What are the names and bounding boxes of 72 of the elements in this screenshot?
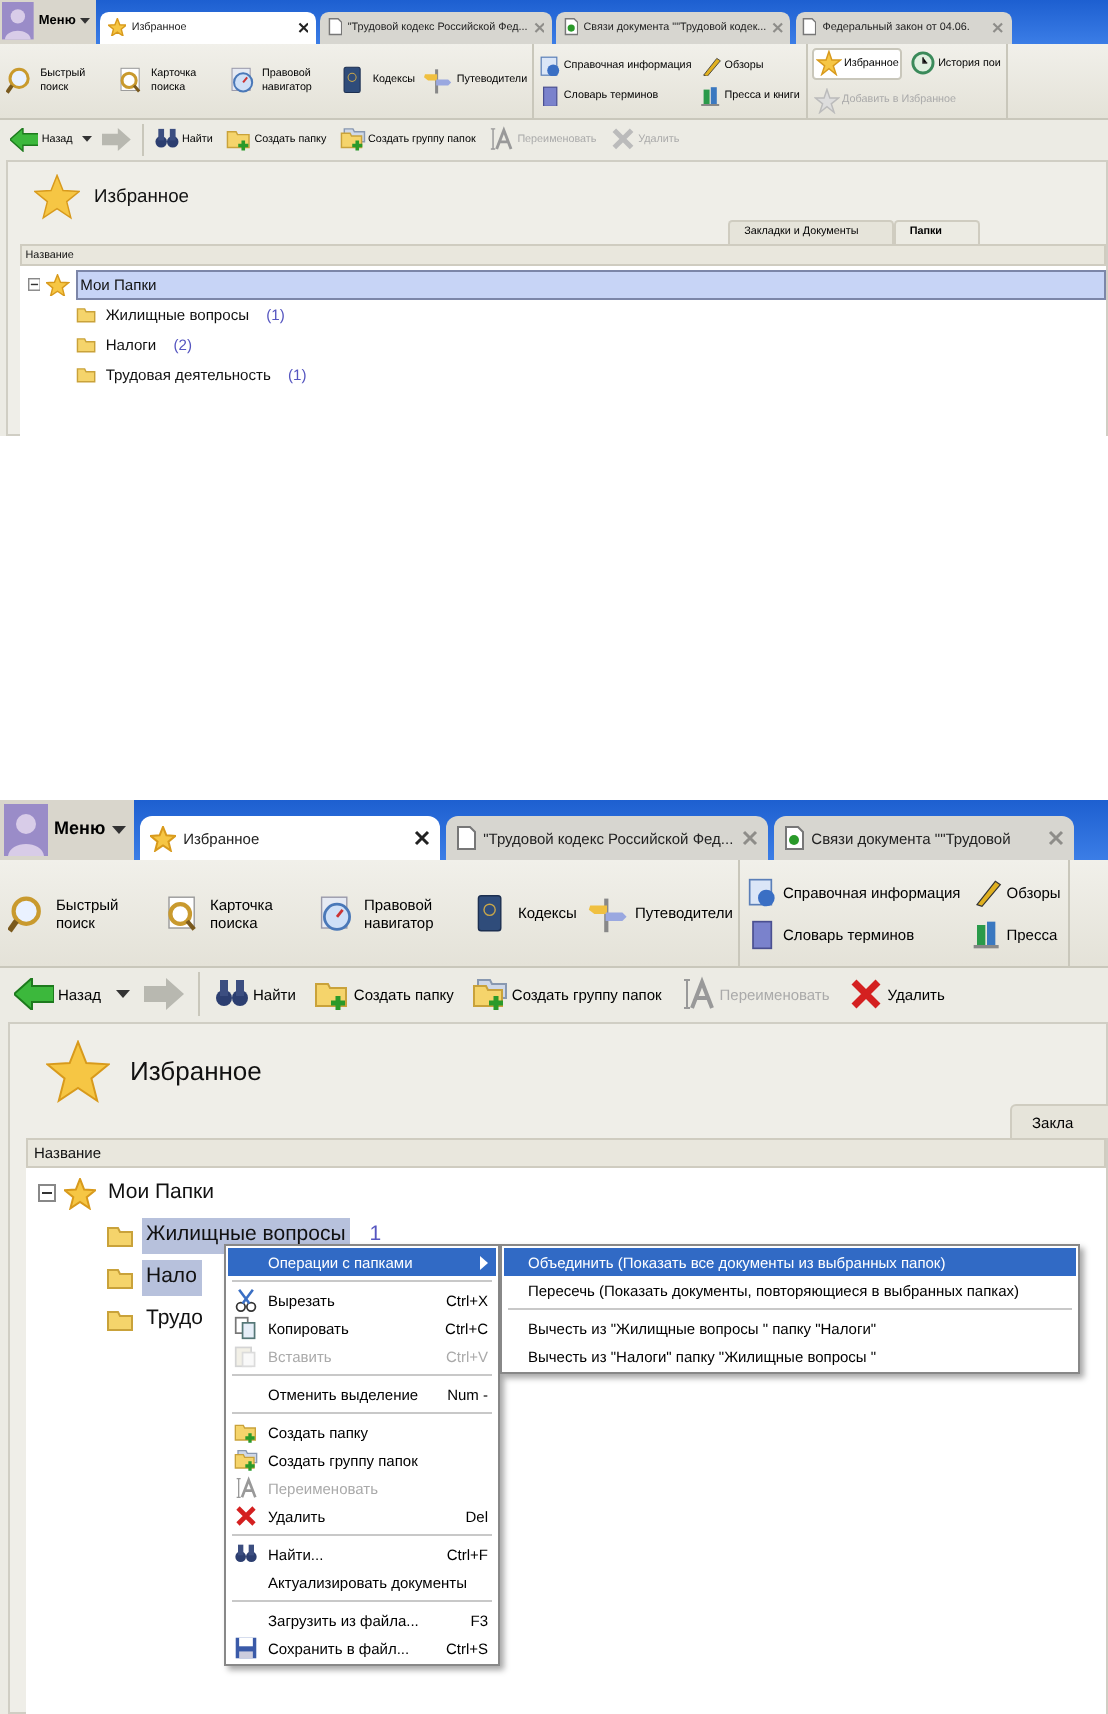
document-icon	[783, 826, 804, 851]
item-count: 1	[369, 1220, 382, 1251]
panel-title: Избранное	[94, 184, 189, 211]
star-icon	[64, 1177, 96, 1210]
forward-button[interactable]	[99, 126, 135, 153]
star-icon	[107, 18, 127, 37]
folder-icon	[106, 1223, 134, 1248]
scissors-icon	[234, 1288, 258, 1313]
back-arrow-icon	[10, 128, 39, 152]
cross-icon	[847, 976, 884, 1013]
signpost-icon	[586, 893, 629, 934]
document-icon	[327, 18, 342, 36]
folders-plus-icon	[339, 126, 366, 153]
signpost-icon	[422, 66, 453, 96]
document-icon	[563, 18, 578, 36]
folder-label[interactable]: Трудо	[142, 1302, 207, 1338]
forward-arrow-icon	[102, 128, 132, 152]
folder-icon	[76, 366, 97, 385]
paste-icon	[234, 1344, 258, 1369]
close-icon	[533, 21, 545, 34]
close-icon	[1047, 830, 1064, 847]
compass-icon	[227, 66, 258, 96]
document-icon	[455, 826, 476, 851]
folder-plus-icon	[234, 1420, 258, 1445]
folder-icon	[76, 306, 97, 324]
folder-label[interactable]: Мои Папки	[104, 1176, 219, 1212]
copy-icon	[234, 1316, 258, 1341]
pen-icon	[972, 877, 1003, 908]
caret-icon	[111, 826, 126, 835]
text-cursor-icon	[488, 126, 515, 153]
caret-icon	[82, 136, 93, 143]
folders-plus-icon	[471, 976, 508, 1013]
caret-icon	[80, 18, 91, 25]
close-icon	[413, 830, 430, 847]
close-icon	[772, 21, 784, 34]
books-icon	[972, 919, 1003, 950]
clock-icon	[909, 50, 936, 77]
star-plus-icon	[813, 87, 840, 114]
folder-icon	[106, 1307, 134, 1332]
folder-icon	[106, 1265, 134, 1290]
books-icon	[700, 85, 722, 107]
back-arrow-icon	[14, 978, 54, 1011]
panel-title: Избранное	[130, 1054, 262, 1091]
folder-icon	[76, 336, 97, 354]
binoculars-icon	[153, 126, 180, 153]
star-icon	[815, 50, 842, 77]
close-icon	[992, 21, 1004, 34]
menu-button[interactable]: Меню	[0, 800, 134, 861]
folder-label[interactable]: Нало	[142, 1260, 202, 1296]
magnifier-icon	[5, 66, 36, 96]
cross-icon	[234, 1504, 258, 1529]
folder-plus-icon	[225, 126, 252, 153]
submenu-arrow-icon	[480, 1255, 488, 1270]
star-icon	[46, 1040, 110, 1105]
binoculars-icon	[234, 1542, 258, 1567]
document-icon	[802, 18, 817, 36]
avatar-icon	[4, 804, 48, 857]
star-icon	[46, 273, 70, 297]
forward-button[interactable]	[139, 976, 187, 1013]
cross-icon	[609, 126, 636, 153]
pen-icon	[700, 55, 722, 77]
avatar-icon	[2, 2, 35, 41]
close-icon	[741, 830, 758, 847]
text-cursor-icon	[234, 1476, 258, 1501]
text-cursor-icon	[679, 976, 716, 1013]
caret-icon	[115, 990, 129, 999]
star-icon	[33, 173, 80, 220]
close-icon	[297, 21, 309, 34]
folders-plus-icon	[234, 1448, 258, 1473]
forward-arrow-icon	[143, 978, 183, 1011]
star-icon	[149, 825, 176, 852]
floppy-icon	[234, 1636, 258, 1661]
